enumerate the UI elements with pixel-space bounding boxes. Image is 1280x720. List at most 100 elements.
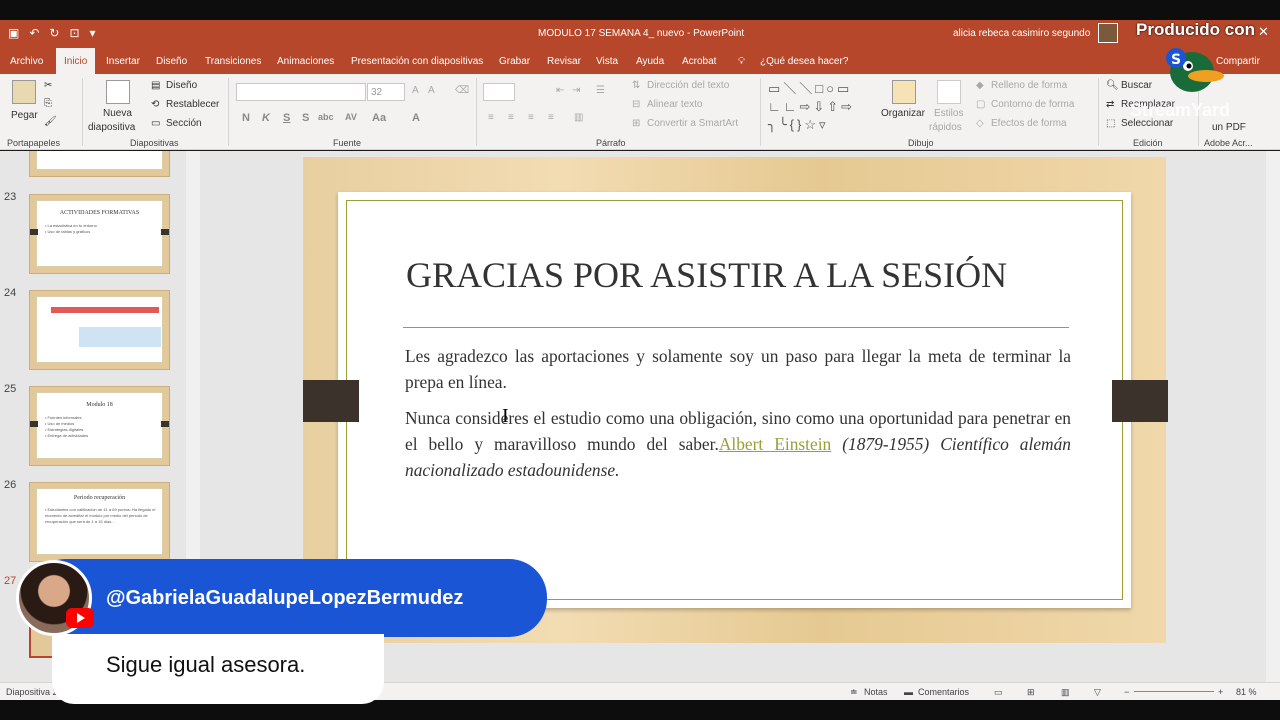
bullets-combobox[interactable] — [483, 83, 515, 101]
tell-me-search[interactable]: ¿Qué desea hacer? — [760, 56, 848, 67]
tab-presentacion[interactable]: Presentación con diapositivas — [351, 56, 483, 67]
layout-button[interactable]: Diseño — [166, 80, 197, 91]
reset-icon[interactable]: ⟲ — [151, 99, 159, 110]
shadow-icon[interactable]: S — [302, 112, 309, 124]
justify-icon[interactable]: ≡ — [548, 112, 554, 123]
create-pdf-button[interactable]: un PDF — [1212, 122, 1246, 133]
user-avatar[interactable] — [1098, 23, 1118, 43]
align-left-icon[interactable]: ≡ — [488, 112, 494, 123]
quick-styles-button-line2[interactable]: rápidos — [929, 122, 962, 133]
cut-icon[interactable]: ✂ — [44, 80, 52, 91]
redo-icon[interactable]: ↻ — [49, 26, 59, 40]
smartart-icon[interactable]: ⊞ — [632, 118, 640, 129]
increase-font-icon[interactable]: A — [412, 85, 419, 96]
customize-qat-icon[interactable]: ▾ — [90, 26, 96, 40]
smartart-button[interactable]: Convertir a SmartArt — [647, 118, 738, 129]
shape-outline-icon[interactable]: ▢ — [976, 99, 985, 110]
zoom-in-icon[interactable]: + — [1218, 687, 1223, 697]
reading-view-icon[interactable]: ▥ — [1061, 687, 1070, 698]
tab-acrobat[interactable]: Acrobat — [682, 56, 716, 67]
align-center-icon[interactable]: ≡ — [508, 112, 514, 123]
slide-title[interactable]: GRACIAS POR ASISTIR A LA SESIÓN — [406, 254, 1086, 296]
einstein-link[interactable]: Albert Einstein — [719, 434, 831, 454]
shape-fill-button[interactable]: Relleno de forma — [991, 80, 1067, 91]
section-button[interactable]: Sección — [166, 118, 202, 129]
select-icon[interactable]: ⬚ — [1106, 118, 1115, 129]
new-slide-button[interactable]: Nueva — [103, 108, 132, 119]
italic-icon[interactable]: K — [262, 112, 270, 124]
char-spacing-icon[interactable]: AV — [345, 112, 357, 122]
quick-styles-icon[interactable] — [937, 80, 961, 104]
copy-icon[interactable]: ⎘ — [44, 98, 52, 109]
align-text-icon[interactable]: ⊟ — [632, 99, 640, 110]
strikethrough-icon[interactable]: abc — [318, 112, 334, 122]
slideshow-icon[interactable]: ▽ — [1094, 687, 1101, 698]
align-text-button[interactable]: Alinear texto — [647, 99, 703, 110]
tab-grabar[interactable]: Grabar — [499, 56, 530, 67]
slide-thumbnail-26[interactable]: Periodo recuperación • Estudiantes con c… — [29, 482, 170, 562]
shapes-gallery[interactable]: ▭＼＼□○▭ ∟∟⇨⇩⇧⇨ ╮╰{}☆▿ — [768, 80, 878, 136]
format-painter-icon[interactable]: 🖌︎ — [44, 116, 57, 127]
tab-transiciones[interactable]: Transiciones — [205, 56, 261, 67]
shape-outline-button[interactable]: Contorno de forma — [991, 99, 1074, 110]
decrease-indent-icon[interactable]: ⇤ — [556, 85, 564, 96]
quick-styles-button[interactable]: Estilos — [934, 108, 963, 119]
font-name-combobox[interactable] — [236, 83, 366, 101]
paste-button[interactable]: Pegar — [11, 110, 38, 121]
new-slide-icon[interactable] — [106, 80, 130, 104]
bold-icon[interactable]: N — [242, 112, 250, 124]
tab-vista[interactable]: Vista — [596, 56, 618, 67]
tab-inicio[interactable]: Inicio — [56, 48, 96, 74]
editor-scrollbar[interactable] — [1266, 151, 1280, 682]
decrease-font-icon[interactable]: A — [428, 85, 435, 96]
slide-thumbnail-23[interactable]: ACTIVIDADES FORMATIVAS • La estadística … — [29, 194, 170, 274]
clear-format-icon[interactable]: ⌫ — [455, 85, 469, 96]
find-button[interactable]: Buscar — [1121, 80, 1152, 91]
slide-thumbnail-22[interactable] — [29, 151, 170, 177]
tab-diseno[interactable]: Diseño — [156, 56, 187, 67]
undo-icon[interactable]: ↶ — [29, 26, 39, 40]
tab-archivo[interactable]: Archivo — [10, 56, 43, 67]
layout-icon[interactable]: ▤ — [151, 80, 160, 91]
notes-icon[interactable]: ≐ — [850, 687, 858, 698]
zoom-slider[interactable] — [1134, 691, 1214, 692]
shape-fill-icon[interactable]: ◆ — [976, 80, 984, 91]
tab-ayuda[interactable]: Ayuda — [636, 56, 664, 67]
save-icon[interactable]: ▣ — [8, 26, 19, 40]
zoom-out-icon[interactable]: − — [1124, 687, 1129, 697]
change-case-icon[interactable]: Aa — [372, 112, 386, 124]
comments-icon[interactable]: ▬ — [904, 687, 913, 697]
tab-insertar[interactable]: Insertar — [106, 56, 140, 67]
increase-indent-icon[interactable]: ⇥ — [572, 85, 580, 96]
zoom-level[interactable]: 81 % — [1236, 687, 1257, 697]
tab-revisar[interactable]: Revisar — [547, 56, 581, 67]
new-slide-button-line2[interactable]: diapositiva — [88, 122, 135, 133]
arrange-icon[interactable] — [892, 80, 916, 104]
find-icon[interactable]: 🔍︎ — [1106, 80, 1119, 91]
replace-icon[interactable]: ⇄ — [1106, 99, 1114, 110]
slide-thumbnail-25[interactable]: Modulo 18 • Fuentes informales • Uso de … — [29, 386, 170, 466]
slide-thumbnail-24[interactable] — [29, 290, 170, 370]
section-icon[interactable]: ▭ — [151, 118, 160, 129]
close-icon[interactable]: ✕ — [1258, 24, 1269, 40]
columns-icon[interactable]: ▥ — [574, 112, 583, 123]
line-spacing-icon[interactable]: ☰ — [596, 85, 605, 96]
notes-button[interactable]: Notas — [864, 687, 888, 697]
start-slideshow-icon[interactable]: ⊡ — [69, 26, 79, 40]
shape-effects-icon[interactable]: ◇ — [976, 118, 984, 129]
reset-button[interactable]: Restablecer — [166, 99, 219, 110]
align-right-icon[interactable]: ≡ — [528, 112, 534, 123]
font-color-icon[interactable]: A — [412, 112, 420, 124]
arrange-button[interactable]: Organizar — [881, 108, 925, 119]
clipboard-icon[interactable] — [12, 80, 36, 104]
tab-animaciones[interactable]: Animaciones — [277, 56, 334, 67]
normal-view-icon[interactable]: ▭ — [994, 687, 1003, 698]
font-size-combobox[interactable]: 32 — [367, 83, 405, 101]
text-direction-icon[interactable]: ⇅ — [632, 80, 640, 91]
underline-icon[interactable]: S — [283, 112, 290, 124]
text-direction-button[interactable]: Dirección del texto — [647, 80, 729, 91]
slide-sorter-icon[interactable]: ⊞ — [1027, 687, 1035, 698]
comments-button[interactable]: Comentarios — [918, 687, 969, 697]
user-name[interactable]: alicia rebeca casimiro segundo — [953, 28, 1090, 39]
shape-effects-button[interactable]: Efectos de forma — [991, 118, 1067, 129]
